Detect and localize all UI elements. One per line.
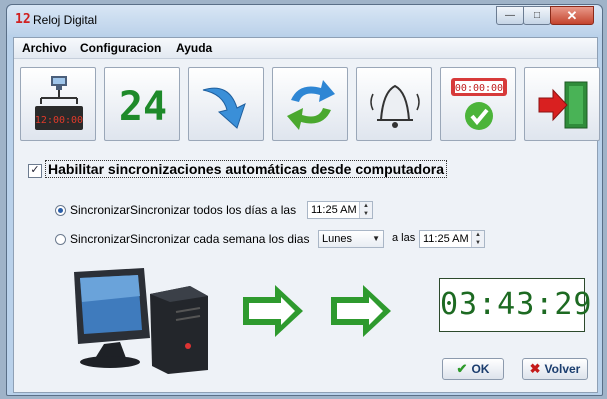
main-panel: Archivo Configuracion Ayuda 12:00:00 24 …	[13, 37, 600, 393]
bell-icon	[370, 84, 420, 128]
arrow-right-icon	[331, 285, 391, 337]
ok-label: OK	[471, 362, 490, 376]
back-button[interactable]: ✖ Volver	[522, 358, 588, 380]
cross-icon: ✖	[529, 361, 541, 376]
sync-enable-checkbox[interactable]: ✓	[28, 164, 42, 178]
close-button[interactable]: ✕	[550, 6, 594, 25]
weekly-radio[interactable]	[55, 234, 66, 245]
chevron-down-icon: ▼	[372, 234, 380, 243]
computer-icon	[74, 268, 208, 374]
maximize-button[interactable]: □	[523, 6, 551, 25]
weekday-select[interactable]: Lunes ▼	[318, 230, 384, 248]
app-clock-icon: 12	[15, 12, 31, 27]
timer-check-icon: 00:00:00	[451, 78, 507, 130]
24-hour-text: 24	[119, 84, 167, 130]
sync-network-button[interactable]: 12:00:00	[20, 67, 96, 141]
weekly-at-label: a las	[392, 232, 416, 244]
download-button[interactable]	[188, 67, 264, 141]
exit-button[interactable]	[524, 67, 600, 141]
daily-time-value: 11:25 AM	[311, 204, 357, 216]
app-window: 12 Reloj Digital — □ ✕ Archivo Configura…	[6, 4, 603, 396]
menu-archivo[interactable]: Archivo	[22, 41, 67, 55]
ok-button[interactable]: ✔ OK	[442, 358, 504, 380]
daily-time-stepper[interactable]: 11:25 AM ▲ ▼	[307, 201, 373, 219]
format-24h-button[interactable]: 24	[104, 67, 180, 141]
digital-clock-display: 03:43:29	[439, 278, 593, 332]
daily-radio[interactable]	[55, 205, 66, 216]
timer-button[interactable]: 00:00:00	[440, 67, 516, 141]
exit-door-icon	[538, 81, 588, 129]
clock-time: 03:43:29	[440, 287, 593, 322]
weekly-time-stepper[interactable]: 11:25 AM ▲ ▼	[419, 230, 485, 248]
arrow-down-icon	[202, 87, 246, 129]
back-label: Volver	[544, 362, 581, 376]
weekly-label: SincronizarSincronizar cada semana los d…	[70, 232, 310, 246]
title-bar: 12 Reloj Digital — □ ✕	[7, 5, 602, 35]
24-hour-icon: 24	[119, 84, 167, 130]
toolbar: 12:00:00 24 00:00:00	[14, 59, 600, 145]
spin-arrows-icon[interactable]: ▲ ▼	[471, 231, 484, 247]
menu-bar: Archivo Configuracion Ayuda	[14, 38, 597, 59]
spin-arrows-icon[interactable]: ▲ ▼	[359, 202, 372, 218]
weekly-time-value: 11:25 AM	[423, 233, 469, 245]
alarm-button[interactable]	[356, 67, 432, 141]
minimize-button[interactable]: —	[496, 6, 524, 25]
daily-label: SincronizarSincronizar todos los días a …	[70, 203, 297, 217]
check-icon: ✔	[456, 361, 468, 376]
arrow-right-icon	[243, 285, 303, 337]
sync-button[interactable]	[272, 67, 348, 141]
network-clock-text: 12:00:00	[35, 115, 83, 126]
menu-ayuda[interactable]: Ayuda	[176, 41, 212, 55]
sync-arrows-icon	[287, 80, 335, 130]
window-controls: — □ ✕	[496, 6, 594, 25]
weekday-value: Lunes	[322, 233, 352, 245]
window-title: Reloj Digital	[33, 13, 98, 27]
timer-clock-text: 00:00:00	[455, 83, 503, 94]
network-clock-icon: 12:00:00	[35, 76, 83, 130]
menu-configuracion[interactable]: Configuracion	[80, 41, 161, 55]
sync-enable-label: Habilitar sincronizaciones automáticas d…	[45, 160, 447, 178]
